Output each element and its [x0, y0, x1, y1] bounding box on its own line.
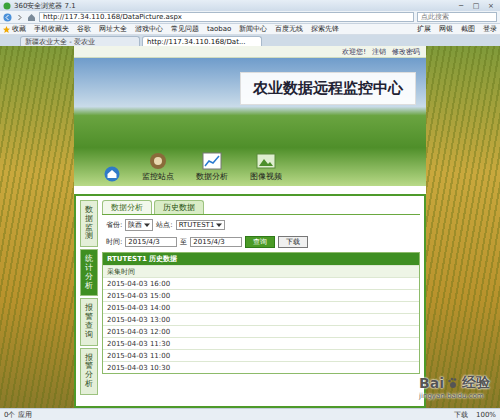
dropdown-arrow-icon: [144, 222, 150, 228]
station-select[interactable]: RTUTEST1: [176, 220, 226, 230]
dropdown-arrow-icon: [216, 222, 222, 228]
table-row[interactable]: 2015-04-03 11:30: [103, 337, 419, 349]
browser-window: 360安全浏览器 7.1─□×http://117.34.110.168/Dat…: [0, 0, 500, 420]
status-item[interactable]: 下载: [454, 410, 468, 420]
table-row[interactable]: 2015-04-03 14:00: [103, 301, 419, 313]
bookmark-item[interactable]: 谷歌: [77, 24, 91, 34]
top-link[interactable]: 欢迎您!: [342, 47, 366, 57]
bookmark-item[interactable]: 收藏: [3, 24, 26, 34]
extension-item[interactable]: 网银: [439, 24, 453, 34]
province-select[interactable]: 陕西: [125, 219, 153, 231]
window-control-button[interactable]: ×: [485, 2, 497, 10]
extension-item[interactable]: 扩展: [417, 24, 431, 34]
table-title: RTUTEST1 历史数据: [103, 253, 419, 265]
banner-nav-item[interactable]: 监控站点: [142, 152, 174, 182]
window-title: 360安全浏览器 7.1: [14, 1, 452, 11]
bookmark-item[interactable]: 新闻中心: [239, 24, 267, 34]
banner-nav-item[interactable]: 数据分析: [196, 152, 228, 182]
table-row[interactable]: 2015-04-03 16:00: [103, 277, 419, 289]
tab-bar: 新疆农业大全 - 爱农业http://117.34.110.168/Dat...: [0, 35, 500, 46]
home-nav[interactable]: [104, 166, 120, 182]
side-menu-item[interactable]: 报警查询: [80, 298, 98, 345]
rice-field-photo: [426, 46, 500, 408]
title-row: 农业数据远程监控中心: [84, 72, 416, 105]
table-header: 采集时间: [103, 265, 419, 277]
forward-button[interactable]: [15, 13, 24, 22]
side-menu-item[interactable]: 数据监测: [80, 200, 98, 247]
date-to-field[interactable]: 2015/4/3: [190, 237, 242, 247]
bookmark-item[interactable]: 探索先锋: [311, 24, 339, 34]
side-menu: 数据监测统计分析报警查询报警分析: [80, 200, 98, 402]
banner: 农业数据远程监控中心监控站点数据分析图像视频: [74, 58, 426, 186]
status-bar: 0个 应用 下载 100%: [0, 408, 500, 420]
top-link[interactable]: 注销: [372, 47, 386, 57]
bookmark-item[interactable]: 常见问题: [171, 24, 199, 34]
status-left: 0个 应用: [4, 410, 32, 420]
extension-item[interactable]: 登录: [483, 24, 497, 34]
bookmark-item[interactable]: 百度无线: [275, 24, 303, 34]
back-arrow-icon: [3, 13, 12, 22]
side-menu-item[interactable]: 报警分析: [80, 348, 98, 395]
page-viewport: 欢迎您!注销修改密码农业数据远程监控中心监控站点数据分析图像视频数据监测统计分析…: [0, 46, 500, 408]
star-icon: [3, 26, 10, 33]
banner-nav: 监控站点数据分析图像视频: [84, 152, 416, 182]
bookmark-item[interactable]: taobao: [207, 25, 231, 33]
filter-row: 省份:陕西站点: RTUTEST1: [102, 218, 420, 232]
to-label: 至: [180, 237, 187, 247]
chart-icon: [202, 152, 222, 170]
title-bar: 360安全浏览器 7.1─□×: [0, 0, 500, 11]
side-menu-item[interactable]: 统计分析: [80, 249, 98, 296]
content-panel: 数据监测统计分析报警查询报警分析数据分析历史数据省份:陕西站点:RTUTEST1…: [74, 194, 426, 408]
address-bar: http://117.34.110.168/DataPicture.aspx点此…: [0, 11, 500, 24]
bookmark-item[interactable]: 网址大全: [99, 24, 127, 34]
top-links: 欢迎您! 注销修改密码: [74, 46, 426, 58]
banner-nav-item[interactable]: 图像视频: [250, 152, 282, 182]
search-field[interactable]: 点此搜索: [417, 12, 497, 22]
download-button[interactable]: 下载: [278, 236, 308, 248]
baidu-watermark: Bai经验jingyan.baidu.com: [419, 374, 490, 400]
status-item[interactable]: 100%: [476, 411, 496, 419]
main-panel: 数据分析历史数据省份:陕西站点:RTUTEST1时间:2015/4/3至2015…: [102, 200, 420, 402]
site-title: 农业数据远程监控中心: [240, 72, 416, 105]
browser-tab[interactable]: 新疆农业大全 - 爱农业: [20, 36, 140, 46]
time-label: 时间:: [106, 237, 122, 247]
table-row[interactable]: 2015-04-03 11:00: [103, 349, 419, 361]
page-body: 欢迎您!注销修改密码农业数据远程监控中心监控站点数据分析图像视频数据监测统计分析…: [74, 46, 426, 408]
home-button[interactable]: [27, 13, 36, 22]
query-button[interactable]: 查询: [245, 236, 275, 248]
extension-item[interactable]: 截图: [461, 24, 475, 34]
table-row[interactable]: 2015-04-03 13:00: [103, 313, 419, 325]
table-row[interactable]: 2015-04-03 15:00: [103, 289, 419, 301]
forward-arrow-icon: [15, 13, 24, 22]
home-icon: [27, 13, 36, 22]
url-field[interactable]: http://117.34.110.168/DataPicture.aspx: [39, 12, 414, 22]
top-link[interactable]: 修改密码: [392, 47, 420, 57]
bookmark-item[interactable]: 手机收藏夹: [34, 24, 69, 34]
data-table: RTUTEST1 历史数据采集时间2015-04-03 16:002015-04…: [102, 252, 420, 374]
home-icon: [104, 166, 120, 182]
breadcrumb-tab[interactable]: 历史数据: [154, 200, 204, 214]
browser-tab[interactable]: http://117.34.110.168/Dat...: [142, 36, 262, 46]
paw-icon: [447, 377, 459, 389]
station-label: 站点:: [156, 220, 172, 230]
breadcrumb: 数据分析历史数据: [102, 200, 420, 215]
province-label: 省份:: [106, 220, 122, 230]
back-button[interactable]: [3, 13, 12, 22]
monitor-site-icon: [148, 152, 168, 170]
rice-field-photo: [0, 46, 74, 408]
window-control-button[interactable]: □: [470, 2, 482, 10]
breadcrumb-tab[interactable]: 数据分析: [102, 200, 152, 214]
image-icon: [256, 152, 276, 170]
browser-logo-icon: [3, 2, 11, 10]
bookmark-bar: 收藏手机收藏夹谷歌网址大全游戏中心常见问题 taobao 新闻中心百度无线探索先锋 扩…: [0, 24, 500, 35]
table-row[interactable]: 2015-04-03 10:30: [103, 361, 419, 373]
window-control-button[interactable]: ─: [455, 2, 467, 10]
table-row[interactable]: 2015-04-03 12:00: [103, 325, 419, 337]
date-row: 时间:2015/4/3至2015/4/3查询下载: [102, 235, 420, 249]
date-from-field[interactable]: 2015/4/3: [125, 237, 177, 247]
bookmark-item[interactable]: 游戏中心: [135, 24, 163, 34]
